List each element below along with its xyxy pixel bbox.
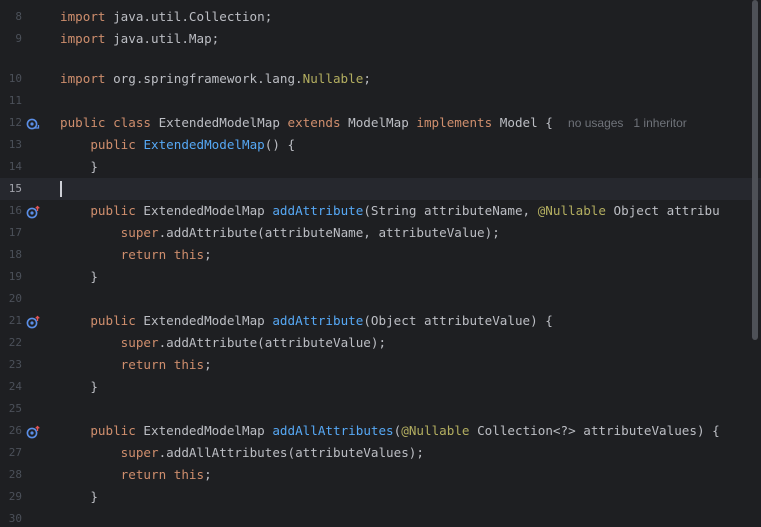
code-line-29[interactable]: 29 } — [0, 486, 761, 508]
code-line-26[interactable]: 26 public ExtendedModelMap addAllAttribu… — [0, 420, 761, 442]
code-text: } — [90, 269, 98, 284]
line-number[interactable]: 9 — [0, 28, 22, 50]
code-line-23[interactable]: 23 return this; — [0, 354, 761, 376]
scrollbar-thumb[interactable] — [752, 0, 758, 340]
code-line-24[interactable]: 24 } — [0, 376, 761, 398]
override-icon[interactable] — [26, 424, 40, 439]
code-line-27[interactable]: 27 super.addAllAttributes(attributeValue… — [0, 442, 761, 464]
text-caret — [60, 181, 62, 197]
code-line-13[interactable]: 13 public ExtendedModelMap() { — [0, 134, 761, 156]
line-number[interactable]: 21 — [0, 310, 22, 332]
code-editor[interactable]: 8 import java.util.Collection; 9 import jav… — [0, 0, 761, 527]
code-line-18[interactable]: 18 return this; — [0, 244, 761, 266]
code-line-20[interactable]: 20 — [0, 288, 761, 310]
code-text: super.addAttribute(attributeName, attrib… — [120, 225, 500, 240]
vertical-scrollbar[interactable] — [749, 0, 761, 527]
code-line-9[interactable]: 9 import java.util.Map; — [0, 28, 761, 50]
line-number[interactable]: 26 — [0, 420, 22, 442]
code-line-14[interactable]: 14 } — [0, 156, 761, 178]
override-icon[interactable] — [26, 204, 40, 219]
code-text: public ExtendedModelMap addAllAttributes… — [90, 423, 720, 438]
code-line-30[interactable]: 30 — [0, 508, 761, 527]
code-text: return this; — [120, 467, 212, 482]
line-number[interactable]: 27 — [0, 442, 22, 464]
line-number[interactable]: 10 — [0, 68, 22, 90]
code-line-21[interactable]: 21 public ExtendedModelMap addAttribute(… — [0, 310, 761, 332]
code-text: import java.util.Map; — [60, 31, 220, 46]
line-number[interactable]: 22 — [0, 332, 22, 354]
code-line-19[interactable]: 19 } — [0, 266, 761, 288]
code-text: public ExtendedModelMap addAttribute(Obj… — [90, 313, 553, 328]
code-line-16[interactable]: 16 public ExtendedModelMap addAttribute(… — [0, 200, 761, 222]
implementation-icon[interactable] — [26, 116, 40, 130]
code-text: public ExtendedModelMap() { — [90, 137, 296, 152]
line-number[interactable]: 30 — [0, 508, 22, 527]
code-text: import java.util.Collection; — [60, 9, 273, 24]
code-line-10[interactable]: 10 import org.springframework.lang.Nullab… — [0, 68, 761, 90]
line-number[interactable]: 17 — [0, 222, 22, 244]
line-number[interactable]: 16 — [0, 200, 22, 222]
code-text: import org.springframework.lang.Nullable… — [60, 71, 371, 86]
line-number[interactable]: 13 — [0, 134, 22, 156]
code-line-25[interactable]: 25 — [0, 398, 761, 420]
code-text: return this; — [120, 247, 212, 262]
code-text: public class ExtendedModelMap extends Mo… — [60, 115, 687, 130]
line-number[interactable]: 29 — [0, 486, 22, 508]
line-number[interactable]: 23 — [0, 354, 22, 376]
code-text: } — [90, 159, 98, 174]
code-line-12[interactable]: 12 public class ExtendedModelMap extends … — [0, 112, 761, 134]
code-text: } — [90, 489, 98, 504]
line-number[interactable]: 19 — [0, 266, 22, 288]
code-line-8[interactable]: 8 import java.util.Collection; — [0, 6, 761, 28]
code-line-15[interactable]: 15 — [0, 178, 761, 200]
code-text: public ExtendedModelMap addAttribute(Str… — [90, 203, 720, 218]
line-number[interactable]: 8 — [0, 6, 22, 28]
usage-hint[interactable]: no usages 1 inheritor — [568, 116, 687, 130]
override-icon[interactable] — [26, 314, 40, 329]
code-line-11[interactable]: 11 — [0, 90, 761, 112]
line-number[interactable]: 12 — [0, 112, 22, 134]
code-line-28[interactable]: 28 return this; — [0, 464, 761, 486]
line-number[interactable]: 18 — [0, 244, 22, 266]
line-number[interactable]: 14 — [0, 156, 22, 178]
line-number[interactable]: 25 — [0, 398, 22, 420]
code-line-17[interactable]: 17 super.addAttribute(attributeName, att… — [0, 222, 761, 244]
code-text: } — [90, 379, 98, 394]
code-text: super.addAttribute(attributeValue); — [120, 335, 387, 350]
code-text: return this; — [120, 357, 212, 372]
code-line-22[interactable]: 22 super.addAttribute(attributeValue); — [0, 332, 761, 354]
line-number[interactable]: 20 — [0, 288, 22, 310]
code-text: super.addAllAttributes(attributeValues); — [120, 445, 424, 460]
line-number[interactable]: 24 — [0, 376, 22, 398]
line-number[interactable]: 15 — [0, 178, 22, 200]
line-number[interactable]: 11 — [0, 90, 22, 112]
line-number[interactable]: 28 — [0, 464, 22, 486]
